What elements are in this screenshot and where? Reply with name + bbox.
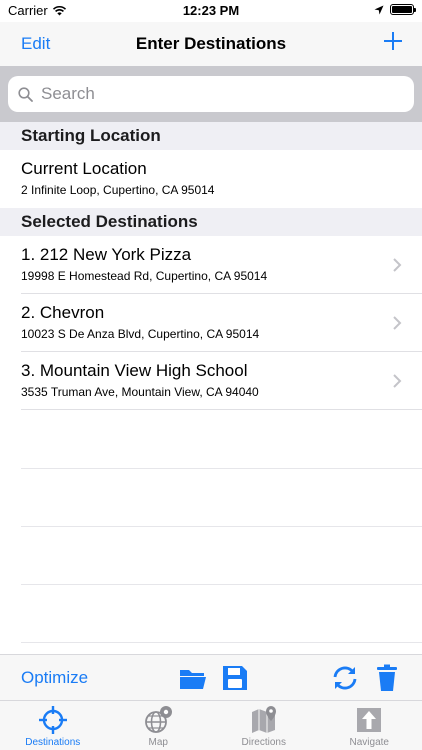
empty-row-separator <box>21 468 422 469</box>
tab-directions[interactable]: Directions <box>211 701 317 750</box>
empty-row-separator <box>21 526 422 527</box>
row-address: 3535 Truman Ave, Mountain View, CA 94040 <box>21 385 259 399</box>
row-address: 2 Infinite Loop, Cupertino, CA 95014 <box>21 183 215 197</box>
page-title: Enter Destinations <box>135 34 287 53</box>
empty-row-separator <box>21 642 422 643</box>
search-input[interactable] <box>41 84 381 104</box>
chevron-right-icon <box>393 258 402 272</box>
folder-icon[interactable] <box>178 664 208 692</box>
navigate-arrow-icon <box>357 708 382 732</box>
location-arrow-icon <box>374 5 384 14</box>
empty-row-separator <box>21 584 422 585</box>
row-address: 10023 S De Anza Blvd, Cupertino, CA 9501… <box>21 327 260 341</box>
chevron-right-icon <box>393 374 402 388</box>
destination-row[interactable]: 2. Chevron 10023 S De Anza Blvd, Cuperti… <box>0 294 422 352</box>
chevron-right-icon <box>393 316 402 330</box>
tab-destinations[interactable]: Destinations <box>0 701 106 750</box>
starting-location-row[interactable]: Current Location 2 Infinite Loop, Cupert… <box>0 150 422 208</box>
status-time: 12:23 PM <box>182 3 240 18</box>
plus-icon[interactable] <box>382 30 404 52</box>
destination-row[interactable]: 3. Mountain View High School 3535 Truman… <box>0 352 422 410</box>
row-title: 2. Chevron <box>21 303 105 322</box>
bottom-toolbar: Optimize <box>0 654 422 700</box>
battery-icon <box>390 4 416 15</box>
status-bar: Carrier 12:23 PM <box>0 0 422 22</box>
status-right <box>374 4 416 15</box>
tab-navigate[interactable]: Navigate <box>317 701 422 750</box>
section-header-starting-location: Starting Location <box>0 122 422 150</box>
search-icon <box>18 86 33 102</box>
refresh-icon[interactable] <box>330 664 360 692</box>
row-address: 19998 E Homestead Rd, Cupertino, CA 9501… <box>21 269 268 283</box>
tab-label: Destinations <box>25 737 81 748</box>
tab-label: Directions <box>241 737 286 748</box>
destination-row[interactable]: 1. 212 New York Pizza 19998 E Homestead … <box>0 236 422 294</box>
section-header-selected-destinations: Selected Destinations <box>0 208 422 236</box>
trash-icon[interactable] <box>372 664 402 692</box>
tab-map[interactable]: Map <box>106 701 212 750</box>
optimize-button[interactable]: Optimize <box>21 668 88 688</box>
row-separator <box>21 409 422 410</box>
crosshair-icon <box>38 706 67 734</box>
save-icon[interactable] <box>220 664 250 692</box>
row-title: 1. 212 New York Pizza <box>21 245 192 264</box>
search-bar <box>0 66 422 122</box>
search-field[interactable] <box>8 76 414 112</box>
tab-bar: Destinations Map Directions Navigate <box>0 700 422 750</box>
row-title: Current Location <box>21 159 147 178</box>
globe-pin-icon <box>145 706 173 733</box>
navigation-bar: Edit Enter Destinations <box>0 22 422 66</box>
map-pin-icon <box>251 706 276 733</box>
row-title: 3. Mountain View High School <box>21 361 248 380</box>
tab-label: Navigate <box>349 737 389 748</box>
tab-label: Map <box>148 737 168 748</box>
